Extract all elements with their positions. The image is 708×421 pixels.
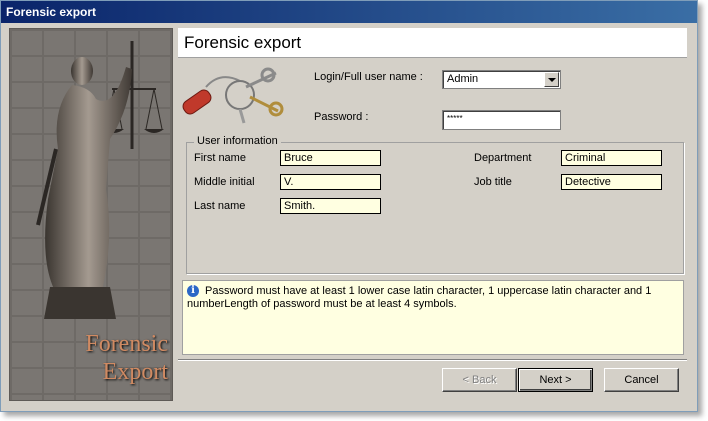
password-input[interactable]: ***** [442, 110, 561, 130]
side-banner: Forensic Export [9, 28, 173, 401]
login-select-value: Admin [447, 73, 479, 85]
login-select[interactable]: Admin [442, 70, 561, 89]
last-name-field[interactable]: Smith. [280, 198, 381, 214]
department-field[interactable]: Criminal [561, 150, 662, 166]
password-label: Password : [314, 111, 369, 123]
middle-initial-label: Middle initial [194, 176, 255, 188]
first-name-field[interactable]: Bruce [280, 150, 381, 166]
job-title-field[interactable]: Detective [561, 174, 662, 190]
forensic-export-dialog: Forensic export Forensic Export Forensic… [0, 0, 698, 412]
login-label: Login/Full user name : [314, 71, 423, 83]
last-name-label: Last name [194, 200, 246, 212]
brand-text-forensic: Forensic [85, 331, 168, 357]
first-name-label: First name [194, 152, 246, 164]
cancel-button[interactable]: Cancel [604, 368, 679, 392]
middle-initial-field[interactable]: V. [280, 174, 381, 190]
page-header: Forensic export [178, 28, 687, 58]
brand-text-export: Export [102, 359, 168, 385]
window-title: Forensic export [1, 1, 697, 23]
info-panel: i Password must have at least 1 lower ca… [182, 280, 684, 355]
page-title: Forensic export [184, 33, 302, 52]
department-label: Department [474, 152, 532, 164]
chevron-down-icon[interactable] [544, 72, 559, 87]
job-title-label: Job title [474, 176, 512, 188]
password-hint: Password must have at least 1 lower case… [187, 285, 652, 310]
user-information-legend: User information [194, 135, 281, 147]
keys-icon [182, 67, 284, 124]
next-button[interactable]: Next > [518, 368, 593, 392]
button-separator [178, 359, 687, 361]
wizard-page: Forensic export Login/Full user name : A… [178, 28, 687, 359]
back-button[interactable]: < Back [442, 368, 517, 392]
